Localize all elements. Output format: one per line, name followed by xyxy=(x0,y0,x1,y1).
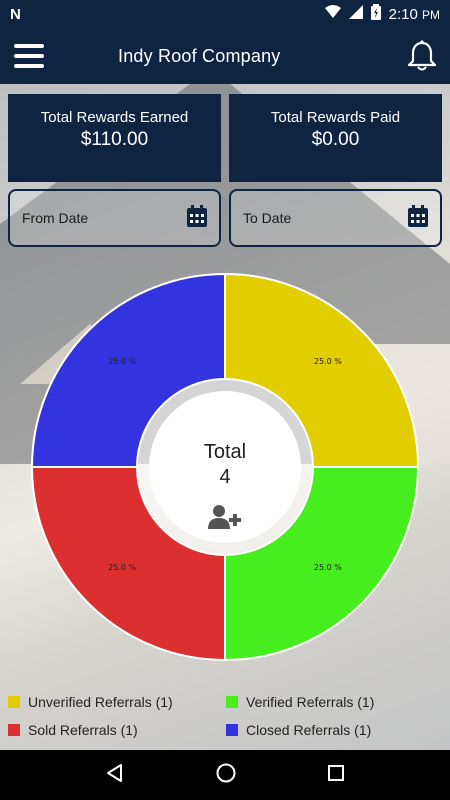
legend-label: Unverified Referrals (1) xyxy=(28,694,173,710)
to-date-label: To Date xyxy=(243,210,292,226)
app-bar: Indy Roof Company xyxy=(0,28,450,84)
legend-swatch xyxy=(226,696,238,708)
chart-center-total: Total 4 xyxy=(175,441,275,489)
legend-swatch xyxy=(8,696,20,708)
recents-button[interactable] xyxy=(327,764,345,787)
bell-icon xyxy=(407,40,437,71)
chart-slice-label: 25.0 % xyxy=(314,563,342,572)
back-triangle-icon xyxy=(107,763,122,782)
legend-swatch xyxy=(8,724,20,736)
calendar-icon[interactable] xyxy=(408,204,428,232)
to-date-field[interactable]: To Date xyxy=(229,189,442,247)
battery-icon xyxy=(370,4,381,24)
center-value: 4 xyxy=(219,466,231,488)
chart-slice-label: 25.0 % xyxy=(108,357,136,366)
center-title: Total xyxy=(203,441,247,463)
total-rewards-earned-card: Total Rewards Earned $110.00 xyxy=(8,94,221,182)
status-time: 2:10 xyxy=(388,5,418,23)
legend-label: Verified Referrals (1) xyxy=(246,694,375,710)
system-nav-bar xyxy=(0,750,450,800)
rewards-paid-value: $0.00 xyxy=(311,129,360,150)
recents-square-icon xyxy=(328,764,344,781)
legend-item-verified: Verified Referrals (1) xyxy=(226,694,374,710)
legend-item-unverified: Unverified Referrals (1) xyxy=(8,694,173,710)
chart-slice-label: 25.0 % xyxy=(108,563,136,572)
home-circle-icon xyxy=(216,763,236,782)
notification-n-icon: N xyxy=(10,5,21,23)
status-ampm: PM xyxy=(422,7,440,22)
add-user-icon[interactable] xyxy=(208,504,242,530)
signal-icon xyxy=(348,5,363,23)
main-content: Total Rewards Earned $110.00 Total Rewar… xyxy=(0,84,450,750)
app-title: Indy Roof Company xyxy=(118,45,281,66)
from-date-field[interactable]: From Date xyxy=(8,189,221,247)
legend-item-sold: Sold Referrals (1) xyxy=(8,722,138,738)
status-bar: N 2:10 PM xyxy=(0,0,450,28)
home-button[interactable] xyxy=(215,762,237,789)
rewards-paid-label: Total Rewards Paid xyxy=(270,109,401,126)
legend-swatch xyxy=(226,724,238,736)
chart-slice-label: 25.0 % xyxy=(314,357,342,366)
menu-button[interactable] xyxy=(0,28,58,84)
wifi-icon xyxy=(324,5,341,23)
calendar-icon[interactable] xyxy=(187,204,207,232)
rewards-earned-value: $110.00 xyxy=(80,129,149,150)
total-rewards-paid-card: Total Rewards Paid $0.00 xyxy=(229,94,442,182)
back-button[interactable] xyxy=(105,763,125,788)
hamburger-menu-icon xyxy=(14,44,44,68)
legend-label: Sold Referrals (1) xyxy=(28,722,138,738)
from-date-label: From Date xyxy=(22,210,89,226)
legend-label: Closed Referrals (1) xyxy=(246,722,372,738)
legend-item-closed: Closed Referrals (1) xyxy=(226,722,371,738)
rewards-earned-label: Total Rewards Earned xyxy=(40,109,189,126)
notifications-button[interactable] xyxy=(394,28,450,84)
